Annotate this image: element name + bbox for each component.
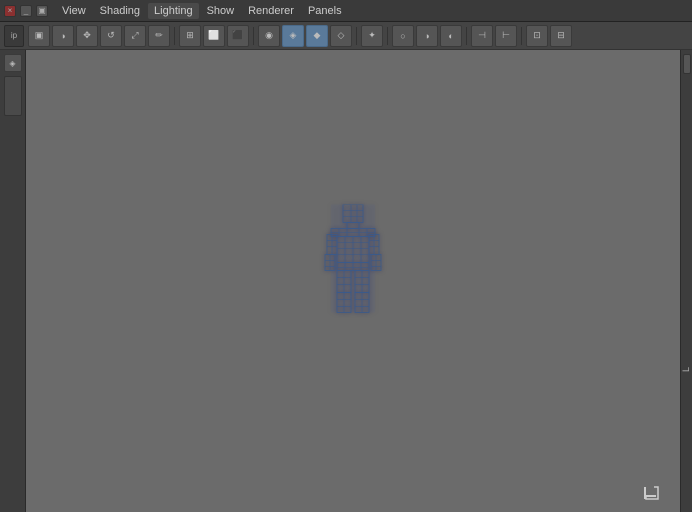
menu-shading[interactable]: Shading: [94, 3, 146, 19]
toolbar-sep-2: [253, 27, 254, 45]
toolbar-sep-1: [174, 27, 175, 45]
left-panel-slider[interactable]: [4, 76, 22, 116]
menu-panels[interactable]: Panels: [302, 3, 348, 19]
viewport[interactable]: [26, 50, 680, 512]
menu-view[interactable]: View: [56, 3, 92, 19]
app-label: ip: [4, 25, 24, 47]
close-button[interactable]: ×: [4, 5, 16, 17]
toolbar-lasso-btn[interactable]: ◑: [52, 25, 74, 47]
toolbar-smooth-btn[interactable]: ◇: [330, 25, 352, 47]
toolbar-snap-btn[interactable]: ⊢: [495, 25, 517, 47]
toolbar-sphere-btn[interactable]: ◈: [282, 25, 304, 47]
toolbar-select-btn[interactable]: ▣: [28, 25, 50, 47]
toolbar-light-btn[interactable]: ✦: [361, 25, 383, 47]
toolbar-rotate-btn[interactable]: ↺: [100, 25, 122, 47]
toolbar-sep-6: [521, 27, 522, 45]
toolbar-render2-btn[interactable]: ◑: [416, 25, 438, 47]
toolbar-sep-5: [466, 27, 467, 45]
toolbar-scale-btn[interactable]: ⤢: [124, 25, 146, 47]
toolbar-camera-btn[interactable]: ⬜: [203, 25, 225, 47]
toolbar-sep-4: [387, 27, 388, 45]
toolbar-extra1-btn[interactable]: ⊡: [526, 25, 548, 47]
title-bar: × _ ▣ View Shading Lighting Show Rendere…: [0, 0, 692, 22]
right-panel-collapse-btn[interactable]: [683, 54, 691, 74]
menu-show[interactable]: Show: [201, 3, 241, 19]
minimize-button[interactable]: _: [20, 5, 32, 17]
viewport-container: ◈: [0, 50, 692, 512]
left-panel-btn-1[interactable]: ◈: [4, 54, 22, 72]
toolbar-cursor-btn[interactable]: ⊣: [471, 25, 493, 47]
toolbar-grid-btn[interactable]: ⊞: [179, 25, 201, 47]
toolbar-frame-btn[interactable]: ⬛: [227, 25, 249, 47]
menu-renderer[interactable]: Renderer: [242, 3, 300, 19]
toolbar-render3-btn[interactable]: ◐: [440, 25, 462, 47]
toolbar-render1-btn[interactable]: ○: [392, 25, 414, 47]
right-panel: L: [680, 50, 692, 512]
toolbar-extra2-btn[interactable]: ⊟: [550, 25, 572, 47]
toolbar-paint-btn[interactable]: ✏: [148, 25, 170, 47]
toolbar-cube-btn[interactable]: ◉: [258, 25, 280, 47]
toolbar: ip ▣ ◑ ✥ ↺ ⤢ ✏ ⊞ ⬜ ⬛ ◉ ◈ ◆ ◇ ✦ ○ ◑ ◐ ⊣ ⊢…: [0, 22, 692, 50]
cursor-icon: [642, 483, 660, 504]
right-panel-label: L: [681, 367, 691, 372]
app-icon: ▣: [36, 5, 48, 17]
menu-lighting[interactable]: Lighting: [148, 3, 199, 19]
toolbar-wire-btn[interactable]: ◆: [306, 25, 328, 47]
left-panel: ◈: [0, 50, 26, 512]
character-model: [323, 205, 383, 318]
toolbar-sep-3: [356, 27, 357, 45]
character-svg: [323, 205, 383, 315]
window-controls: × _ ▣: [4, 5, 48, 17]
menu-bar: View Shading Lighting Show Renderer Pane…: [56, 3, 688, 19]
toolbar-move-btn[interactable]: ✥: [76, 25, 98, 47]
